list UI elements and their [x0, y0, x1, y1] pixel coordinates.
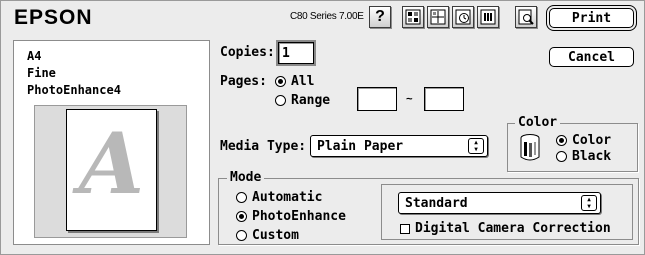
pages-all-radio[interactable]	[275, 76, 286, 87]
pages-label: Pages:	[220, 74, 267, 89]
select-arrows-icon: ▲ ▼	[468, 138, 484, 154]
range-separator: ~	[406, 92, 413, 105]
utility-icon[interactable]	[477, 6, 499, 28]
automatic-label: Automatic	[252, 190, 323, 205]
black-option-label: Black	[572, 149, 612, 164]
copies-label: Copies:	[220, 45, 275, 60]
preview-letter: A	[78, 114, 145, 213]
watermark-icon[interactable]	[427, 6, 449, 28]
print-button[interactable]: Print	[549, 8, 634, 28]
preview-icon[interactable]	[515, 6, 537, 28]
media-type-value: Plain Paper	[317, 138, 404, 154]
summary-quality: Fine	[27, 66, 56, 80]
ink-cartridge-icon	[519, 133, 541, 167]
color-group-title: Color	[515, 115, 561, 130]
driver-version: C80 Series 7.00E	[290, 11, 364, 22]
mode-setting-value: Standard	[405, 195, 468, 211]
automatic-radio[interactable]	[236, 192, 247, 203]
mode-group-title: Mode	[227, 170, 265, 185]
color-option-color[interactable]: Color	[556, 133, 611, 148]
media-type-select[interactable]: Plain Paper ▲ ▼	[310, 135, 488, 157]
photoenhance-label: PhotoEnhance	[252, 209, 346, 224]
copies-input[interactable]: 1	[278, 42, 314, 64]
pages-all-option[interactable]: All	[275, 74, 314, 89]
photoenhance-radio[interactable]	[236, 211, 247, 222]
mode-setting-select[interactable]: Standard ▲ ▼	[398, 192, 601, 214]
digital-camera-label: Digital Camera Correction	[415, 221, 611, 236]
summary-paper-size: A4	[27, 49, 42, 63]
custom-radio[interactable]	[236, 230, 247, 241]
pages-range-radio[interactable]	[275, 95, 286, 106]
range-from-input[interactable]	[357, 87, 397, 111]
pages-range-label: Range	[291, 93, 331, 108]
cancel-button[interactable]: Cancel	[549, 47, 634, 67]
mode-custom-option[interactable]: Custom	[236, 228, 299, 243]
summary-enhance: PhotoEnhance4	[27, 83, 121, 97]
select-arrows-icon: ▲ ▼	[581, 195, 597, 211]
mode-automatic-option[interactable]: Automatic	[236, 190, 322, 205]
settings-summary-panel: A4 Fine PhotoEnhance4 A	[13, 40, 210, 245]
custom-label: Custom	[252, 228, 299, 243]
digital-camera-correction-option[interactable]: Digital Camera Correction	[400, 221, 611, 236]
color-option-label: Color	[572, 133, 612, 148]
background-printing-icon[interactable]	[452, 6, 474, 28]
color-radio[interactable]	[556, 135, 567, 146]
pages-range-option[interactable]: Range	[275, 93, 330, 108]
paper-preview: A	[66, 109, 157, 231]
black-radio[interactable]	[556, 151, 567, 162]
mode-photoenhance-option[interactable]: PhotoEnhance	[236, 209, 346, 224]
digital-camera-checkbox[interactable]	[400, 223, 410, 234]
brand-logo: EPSON	[14, 6, 93, 29]
layout-icon[interactable]	[402, 6, 424, 28]
color-option-black[interactable]: Black	[556, 149, 611, 164]
help-icon[interactable]: ?	[369, 6, 391, 28]
pages-all-label: All	[291, 74, 315, 89]
media-type-label: Media Type:	[220, 139, 307, 154]
range-to-input[interactable]	[424, 87, 464, 111]
